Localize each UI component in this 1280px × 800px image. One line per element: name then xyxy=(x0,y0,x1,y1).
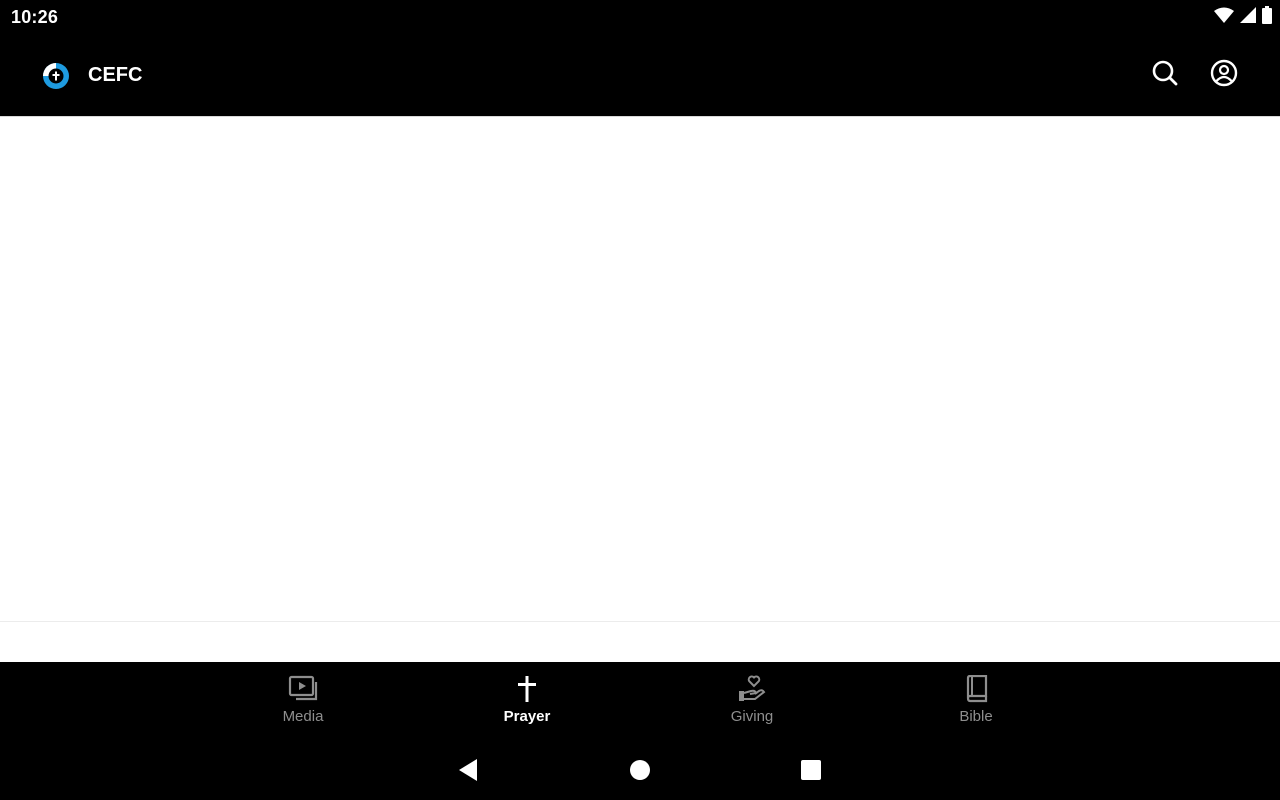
app-title: CEFC xyxy=(88,64,143,86)
system-nav-bar xyxy=(0,742,1280,800)
status-time: 10:26 xyxy=(11,7,59,27)
search-button[interactable] xyxy=(1148,58,1182,92)
nav-label-bible: Bible xyxy=(959,708,993,725)
status-bar: 10:26 xyxy=(0,0,1280,34)
home-button[interactable] xyxy=(623,755,657,789)
account-button[interactable] xyxy=(1207,58,1241,92)
account-circle-icon xyxy=(1210,59,1238,92)
wifi-icon xyxy=(1214,7,1234,28)
nav-label-giving: Giving xyxy=(730,708,774,725)
nav-label-prayer: Prayer xyxy=(503,708,551,725)
back-icon xyxy=(457,758,479,787)
recents-button[interactable] xyxy=(794,755,828,789)
cefc-logo-icon xyxy=(41,61,71,91)
battery-icon xyxy=(1262,5,1272,29)
video-library-icon xyxy=(288,674,318,704)
main-content xyxy=(0,116,1280,663)
nav-item-bible[interactable]: Bible xyxy=(916,662,1036,742)
recents-icon xyxy=(800,759,822,786)
cross-icon xyxy=(512,674,542,704)
hand-heart-icon xyxy=(737,674,767,704)
back-button[interactable] xyxy=(451,755,485,789)
nav-item-media[interactable]: Media xyxy=(243,662,363,742)
search-icon xyxy=(1151,59,1179,92)
nav-label-media: Media xyxy=(282,708,324,725)
book-icon xyxy=(961,674,991,704)
app-bar: CEFC xyxy=(0,34,1280,116)
nav-item-prayer[interactable]: Prayer xyxy=(467,662,587,742)
nav-item-giving[interactable]: Giving xyxy=(692,662,812,742)
status-icons xyxy=(1214,5,1272,29)
cell-signal-icon xyxy=(1240,6,1256,28)
home-icon xyxy=(629,759,651,786)
bottom-nav: Media Prayer Giving Bible xyxy=(0,662,1280,742)
content-divider xyxy=(0,621,1280,622)
